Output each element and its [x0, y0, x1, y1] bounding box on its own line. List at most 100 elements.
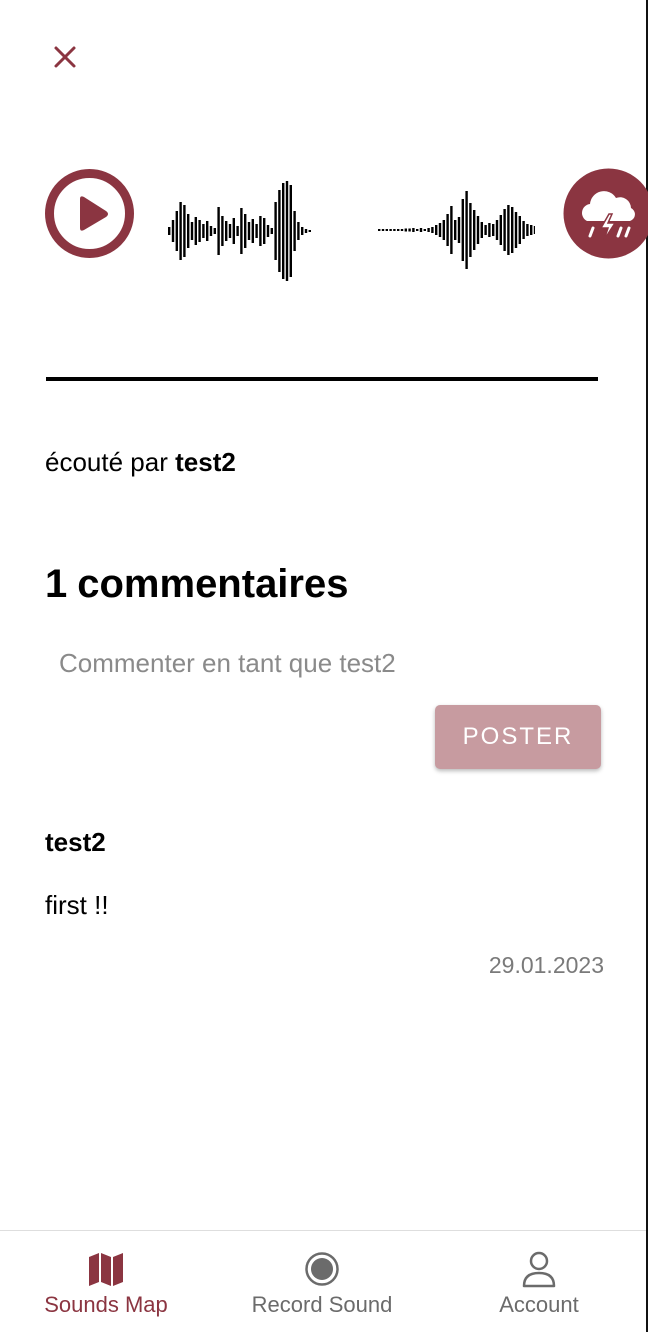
waveform-bar — [420, 228, 422, 232]
listened-user: test2 — [175, 447, 236, 477]
play-button[interactable] — [44, 168, 135, 259]
weather-category-button[interactable] — [563, 168, 648, 259]
waveform-bar — [248, 222, 250, 240]
record-icon — [302, 1249, 342, 1289]
waveform-bar — [496, 220, 498, 240]
waveform-bar — [465, 191, 467, 269]
comment-date: 29.01.2023 — [489, 951, 604, 979]
waveform-bar — [450, 206, 452, 254]
waveform-bar — [397, 229, 399, 231]
nav-label-record-sound: Record Sound — [212, 1291, 432, 1319]
waveform-bar — [206, 221, 208, 241]
storm-cloud-icon — [563, 168, 648, 259]
waveform-bar — [293, 211, 295, 251]
waveform-bar — [424, 229, 426, 231]
waveform-bar — [446, 214, 448, 246]
waveform-bar — [534, 226, 535, 234]
waveform-bar — [408, 229, 410, 232]
waveform-bar — [244, 214, 246, 248]
waveform-bar — [217, 207, 219, 255]
post-button[interactable]: POSTER — [435, 705, 601, 769]
waveform-bar — [301, 227, 303, 235]
waveform-bar — [393, 229, 395, 231]
waveform-bar — [267, 225, 269, 237]
waveform-bar — [183, 205, 185, 257]
waveform-bar — [427, 228, 429, 232]
comments-title-label: commentaires — [77, 562, 348, 606]
waveform-bar — [168, 227, 170, 235]
waveform-bar — [259, 216, 261, 246]
waveform-bar — [530, 225, 532, 235]
comment-input[interactable] — [45, 640, 600, 686]
nav-label-account: Account — [432, 1291, 646, 1319]
waveform-left — [165, 168, 330, 288]
waveform-bar — [225, 221, 227, 241]
waveform-bar — [526, 224, 528, 236]
comment-text: first !! — [45, 889, 109, 921]
nav-item-account[interactable]: Account — [432, 1231, 646, 1333]
waveform-bar — [305, 229, 307, 233]
waveform-bar — [274, 202, 276, 260]
waveform-bar — [202, 224, 204, 238]
waveform-bar — [179, 202, 181, 260]
waveform-bar — [233, 218, 235, 244]
waveform-bar — [484, 225, 486, 235]
comment-author: test2 — [45, 826, 106, 858]
map-icon — [86, 1249, 126, 1289]
waveform-bar — [195, 217, 197, 245]
waveform-bar — [462, 199, 464, 261]
waveform-bar — [519, 216, 521, 244]
waveform-bar — [477, 216, 479, 244]
waveform-bar — [214, 228, 216, 234]
waveform-bar — [210, 226, 212, 236]
waveform-bar — [511, 207, 513, 253]
waveform-bar — [176, 211, 178, 251]
waveform-bar — [443, 220, 445, 240]
waveform-bar — [488, 223, 490, 237]
waveform-bar — [191, 222, 193, 240]
waveform-bar — [229, 224, 231, 238]
waveform-bar — [439, 223, 441, 237]
bottom-navigation: Sounds Map Record Sound Account — [0, 1230, 646, 1333]
waveform-bar — [416, 229, 418, 231]
comments-count: 1 — [45, 562, 67, 606]
close-icon — [50, 42, 80, 72]
waveform-bar — [469, 203, 471, 257]
waveform-bar — [378, 229, 380, 231]
waveform-bar — [481, 222, 483, 238]
waveform-bar — [187, 214, 189, 248]
waveform-bar — [198, 220, 200, 242]
close-button[interactable] — [50, 42, 80, 72]
comments-heading: 1commentaires — [45, 560, 348, 608]
waveform-bar — [401, 229, 403, 231]
waveform-bar — [405, 229, 407, 232]
waveform-bar — [278, 190, 280, 272]
waveform-bar — [515, 212, 517, 248]
waveform-bar — [290, 185, 292, 277]
waveform-bar — [389, 229, 391, 231]
waveform-bar — [282, 183, 284, 279]
waveform-bar — [500, 215, 502, 245]
nav-item-sounds-map[interactable]: Sounds Map — [0, 1231, 212, 1333]
waveform-bar — [309, 230, 311, 232]
nav-item-record-sound[interactable]: Record Sound — [212, 1231, 432, 1333]
waveform-bar — [458, 217, 460, 243]
play-icon — [44, 168, 135, 259]
waveform-bar — [172, 220, 174, 242]
waveform-bar — [386, 229, 388, 231]
waveform-bar — [255, 224, 257, 238]
waveform-bar — [492, 224, 494, 236]
waveform-bar — [263, 218, 265, 244]
waveform-bar — [454, 220, 456, 240]
waveform-bar — [503, 209, 505, 251]
waveform-bar — [473, 210, 475, 250]
waveform-bar — [240, 208, 242, 254]
waveform-bar — [221, 216, 223, 246]
waveform-bar — [522, 221, 524, 239]
waveform-bar — [252, 219, 254, 243]
waveform-bar — [382, 229, 384, 231]
waveform-bar — [271, 228, 273, 234]
progress-divider — [46, 377, 598, 381]
waveform-bar — [236, 226, 238, 236]
waveform-bar — [286, 181, 288, 281]
